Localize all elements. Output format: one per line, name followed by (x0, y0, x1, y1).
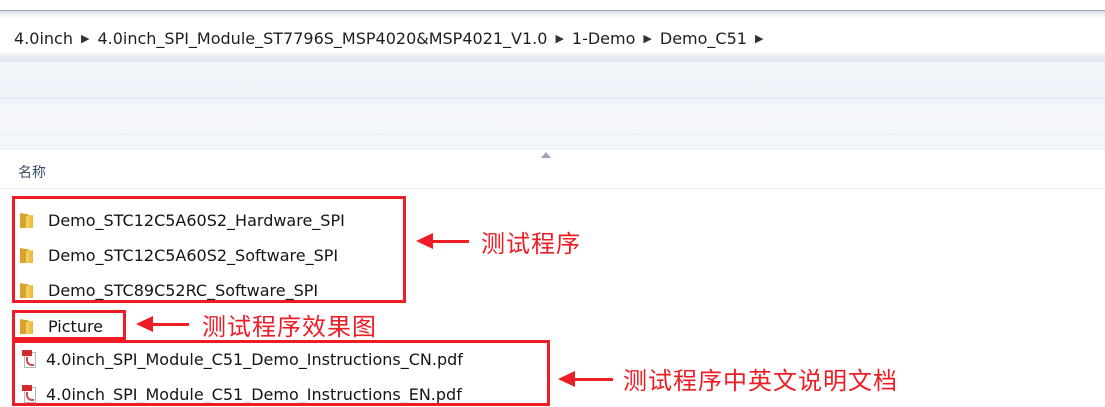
arrow-left-icon (136, 316, 189, 332)
breadcrumb-item-1-demo[interactable]: 1-Demo (572, 29, 636, 48)
arrow-left-icon (558, 371, 613, 387)
highlight-box-test-programs (12, 196, 406, 303)
breadcrumb-item-module[interactable]: 4.0inch_SPI_Module_ST7796S_MSP4020&MSP40… (97, 29, 547, 48)
column-header-name[interactable]: 名称 (18, 162, 46, 182)
sort-ascending-icon (541, 152, 551, 158)
annotation-test-program: 测试程序 (481, 230, 581, 258)
breadcrumb-separator-icon[interactable]: ▶ (555, 32, 563, 45)
breadcrumb: 4.0inch ▶ 4.0inch_SPI_Module_ST7796S_MSP… (14, 25, 771, 51)
toolbar (0, 62, 1105, 150)
breadcrumb-separator-icon[interactable]: ▶ (755, 32, 763, 45)
annotation-test-effect-images: 测试程序效果图 (202, 313, 377, 341)
breadcrumb-separator-icon[interactable]: ▶ (81, 32, 89, 45)
address-bar[interactable]: 4.0inch ▶ 4.0inch_SPI_Module_ST7796S_MSP… (0, 10, 1105, 63)
highlight-box-instructions (12, 340, 550, 406)
breadcrumb-item-4-0inch[interactable]: 4.0inch (14, 29, 73, 48)
highlight-box-picture (12, 310, 126, 340)
arrow-left-icon (416, 233, 469, 249)
toolbar-divider (0, 98, 1105, 99)
breadcrumb-separator-icon[interactable]: ▶ (643, 32, 651, 45)
breadcrumb-item-demo-c51[interactable]: Demo_C51 (660, 29, 747, 48)
annotation-instructions: 测试程序中英文说明文档 (623, 367, 898, 395)
column-header-bar: 名称 (0, 150, 1105, 189)
toolbar-divider (0, 134, 1105, 135)
